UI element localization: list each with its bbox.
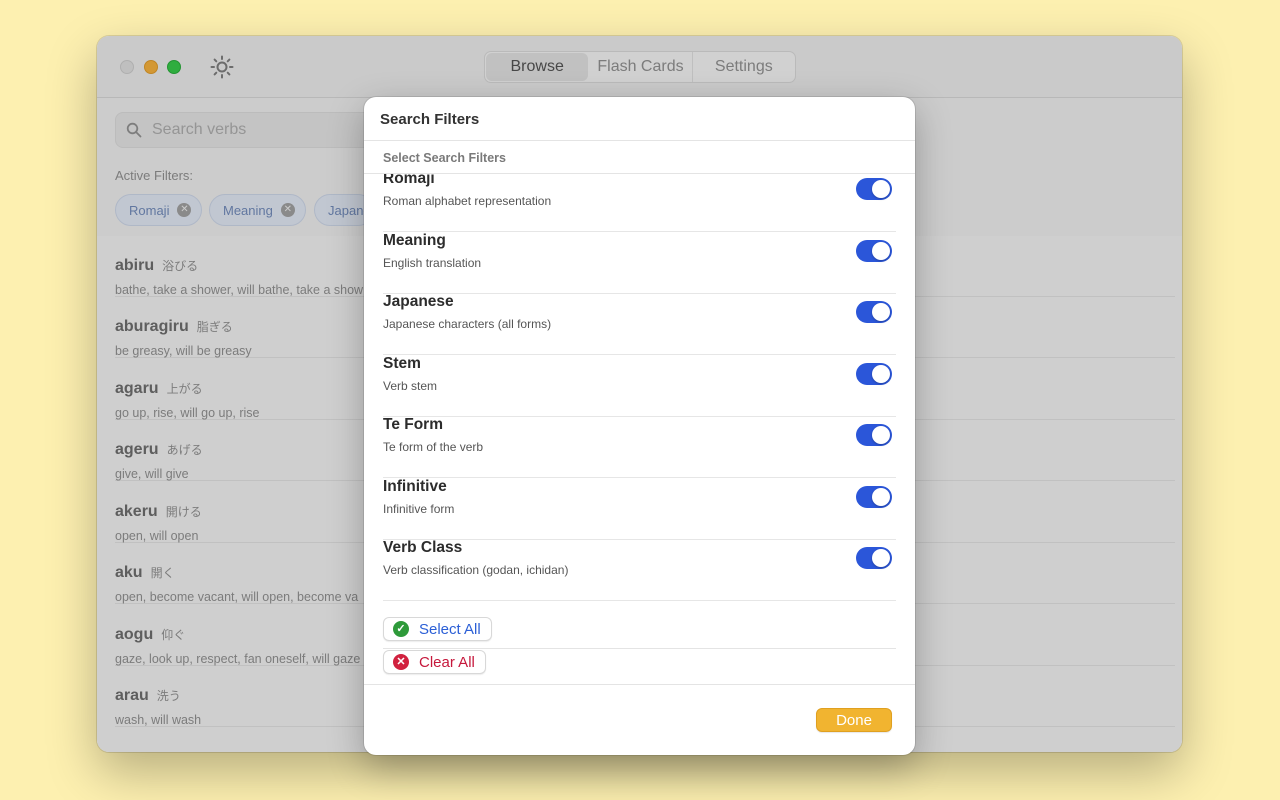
filter-row-meaning: Meaning English translation <box>383 232 896 294</box>
filter-row-japanese: Japanese Japanese characters (all forms) <box>383 293 896 355</box>
filter-description: Roman alphabet representation <box>383 194 552 208</box>
search-filters-sheet: Search Filters Select Search Filters Rom… <box>364 97 915 755</box>
filter-title: Stem <box>383 355 421 372</box>
filter-description: Japanese characters (all forms) <box>383 317 552 331</box>
section-header: Select Search Filters <box>383 151 506 165</box>
divider <box>383 648 896 649</box>
infinitive-toggle[interactable] <box>856 486 892 508</box>
filter-title: Infinitive <box>383 478 447 495</box>
te-form-toggle[interactable] <box>856 424 892 446</box>
filter-description: Te form of the verb <box>383 440 484 454</box>
filter-row-te-form: Te Form Te form of the verb <box>383 416 896 478</box>
filter-row-stem: Stem Verb stem <box>383 355 896 417</box>
checkmark-circle-icon: ✓ <box>393 621 409 637</box>
clear-all-label: Clear All <box>419 653 475 671</box>
filter-description: Infinitive form <box>383 502 455 516</box>
japanese-toggle[interactable] <box>856 301 892 323</box>
filter-row-infinitive: Infinitive Infinitive form <box>383 478 896 540</box>
sheet-title: Search Filters <box>380 111 480 128</box>
romaji-toggle[interactable] <box>856 178 892 200</box>
filter-title: Romaji <box>383 174 435 187</box>
filter-title: Japanese <box>383 293 454 310</box>
filter-description: Verb classification (godan, ichidan) <box>383 563 569 577</box>
filter-title: Meaning <box>383 232 446 249</box>
divider <box>364 140 915 141</box>
meaning-toggle[interactable] <box>856 240 892 262</box>
stem-toggle[interactable] <box>856 363 892 385</box>
filter-list[interactable]: Romaji Roman alphabet representation Mea… <box>364 174 915 684</box>
filter-title: Te Form <box>383 416 443 433</box>
filter-row-romaji: Romaji Roman alphabet representation <box>383 174 896 232</box>
clear-all-button[interactable]: ✕ Clear All <box>383 650 486 674</box>
verb-class-toggle[interactable] <box>856 547 892 569</box>
select-all-label: Select All <box>419 620 481 638</box>
done-button[interactable]: Done <box>816 708 892 732</box>
select-all-button[interactable]: ✓ Select All <box>383 617 492 641</box>
filter-title: Verb Class <box>383 539 463 556</box>
divider <box>364 684 915 685</box>
x-circle-icon: ✕ <box>393 654 409 670</box>
filter-description: English translation <box>383 256 482 270</box>
filter-description: Verb stem <box>383 379 438 393</box>
filter-row-verb-class: Verb Class Verb classification (godan, i… <box>383 539 896 601</box>
